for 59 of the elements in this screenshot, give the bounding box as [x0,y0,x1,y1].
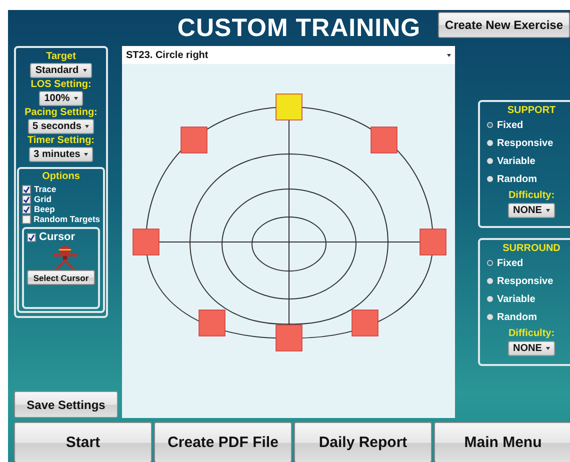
caret-icon [85,125,90,128]
options-heading: Options [42,171,80,182]
radio-button[interactable] [487,122,493,128]
caret-icon [546,347,550,350]
radio-label: Fixed [497,258,524,268]
checkbox[interactable] [22,214,31,224]
radio-label: Variable [497,156,536,166]
radio-button[interactable] [487,140,493,146]
footer-button[interactable]: Daily Report [294,422,432,462]
checkbox-label: Beep [34,204,55,214]
radio-label: Responsive [497,138,554,148]
caret-icon [74,97,78,100]
setting-dropdown[interactable]: 5 seconds [28,119,94,134]
checkbox[interactable] [22,194,31,204]
radio-label: Variable [497,294,536,304]
radio-button[interactable] [487,296,493,302]
difficulty-dropdown[interactable]: NONE [508,341,555,356]
footer-button[interactable]: Create PDF File [154,422,292,462]
checkbox[interactable] [27,233,36,242]
mode-heading: SURROUND [502,243,560,254]
setting-label: Pacing Setting: [24,107,98,118]
setting-label: Timer Setting: [27,135,95,146]
checkbox-label: Grid [34,194,52,204]
footer-button[interactable]: Main Menu [434,422,570,462]
difficulty-label: Difficulty: [508,190,555,201]
difficulty-dropdown[interactable]: NONE [508,203,555,218]
caret-icon [447,54,451,56]
checkbox[interactable] [22,204,31,214]
setting-dropdown[interactable]: 100% [39,91,83,106]
radio-label: Fixed [497,120,524,130]
radio-button[interactable] [487,158,493,164]
target-square[interactable] [276,94,302,120]
checkbox[interactable] [22,184,31,194]
mode-heading: SUPPORT [507,105,556,116]
caret-icon [82,69,87,72]
radio-label: Responsive [497,276,554,286]
radio-label: Random [497,312,537,322]
footer-button[interactable]: Start [14,422,152,462]
setting-label: Target [46,51,76,62]
setting-label: LOS Setting: [30,79,92,90]
radio-button[interactable] [487,176,493,182]
screen-title: CUSTOM TRAINING [176,14,421,42]
select-cursor-button[interactable]: Select Cursor [27,270,95,285]
radio-label: Random [497,174,537,184]
setting-dropdown[interactable]: Standard [30,63,92,78]
radio-button[interactable] [487,314,493,320]
save-settings-button[interactable]: Save Settings [14,391,118,418]
checkbox-label: Cursor [39,231,76,244]
difficulty-label: Difficulty: [508,328,555,339]
setting-dropdown[interactable]: 3 minutes [28,147,94,162]
checkbox-label: Trace [34,184,56,194]
exercise-dropdown[interactable]: ST23. Circle right [122,46,455,64]
target-board[interactable] [122,64,455,418]
radio-button[interactable] [487,278,493,284]
checkbox-label: Random Targets [34,214,100,224]
create-exercise-button[interactable]: Create New Exercise [438,12,570,38]
caret-icon [84,153,88,156]
caret-icon [546,209,550,212]
radio-button[interactable] [487,260,493,266]
